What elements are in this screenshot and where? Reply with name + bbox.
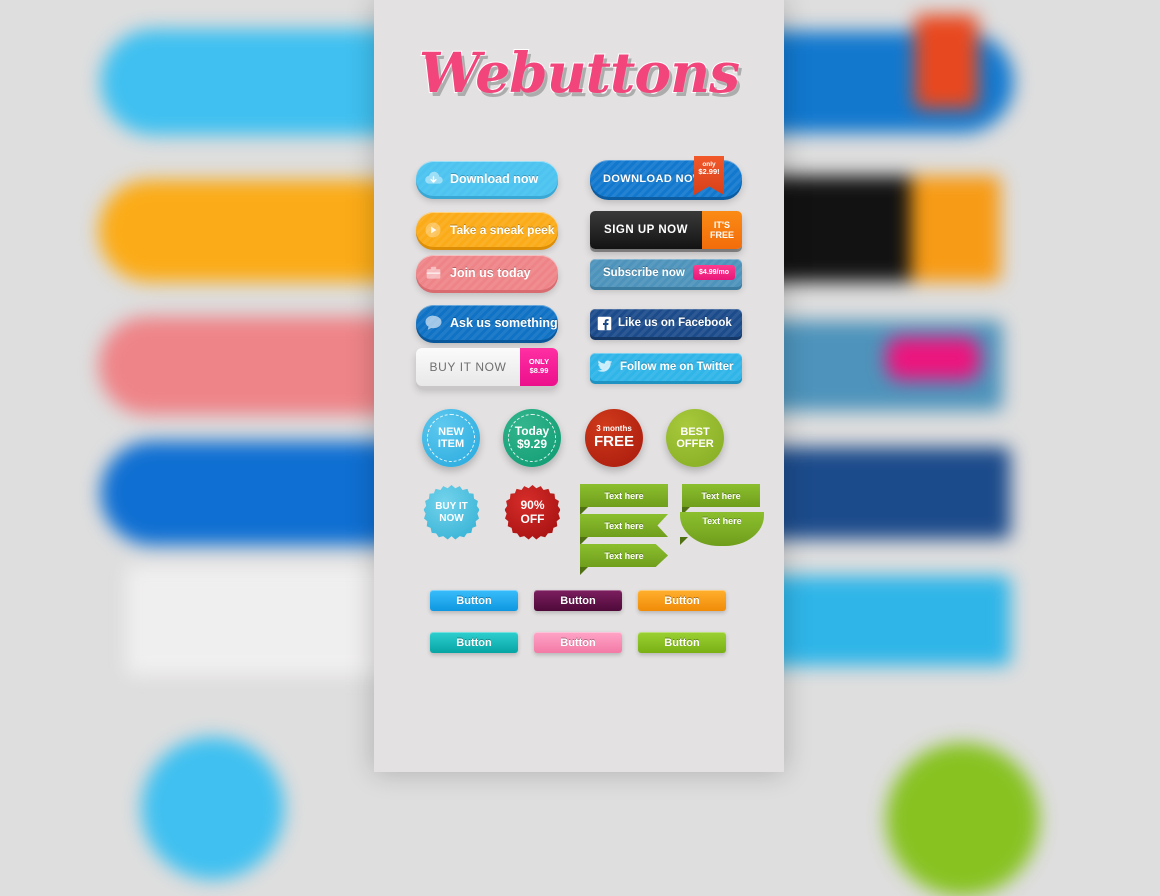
bg-circle-blue	[141, 736, 285, 880]
badge-best-line1: BEST	[680, 425, 710, 438]
ask-us-button[interactable]: Ask us something	[416, 305, 558, 340]
subscribe-now-button[interactable]: Subscribe now $4.99/mo	[590, 259, 742, 287]
download-now-ribbon-button[interactable]: DOWNLOAD NOW only $2.99!	[590, 156, 742, 197]
facebook-like-button[interactable]: Like us on Facebook	[590, 309, 742, 337]
its-free-line2: FREE	[709, 230, 734, 240]
green-ribbon-notched[interactable]: Text here	[580, 514, 668, 537]
small-button-orange[interactable]: Button	[638, 590, 726, 611]
price-ribbon-icon: only $2.99!	[694, 156, 724, 195]
small-button-green[interactable]: Button	[638, 632, 726, 653]
star-badge-buy-it-now[interactable]: BUY IT NOW	[424, 485, 479, 540]
bg-signup-orange	[910, 175, 1001, 282]
facebook-like-label: Like us on Facebook	[618, 317, 732, 329]
briefcase-icon	[416, 265, 450, 280]
green-ribbon-arrow[interactable]: Text here	[580, 544, 668, 567]
badge-best-offer[interactable]: BEST OFFER	[666, 409, 724, 467]
small-button-pink[interactable]: Button	[534, 632, 622, 653]
bg-circle-green	[886, 743, 1039, 896]
badge-today-price[interactable]: Today $9.29	[503, 409, 561, 467]
its-free-tag: IT'S FREE	[702, 211, 742, 249]
star-badge-ninety-off[interactable]: 90% OFF	[505, 485, 560, 540]
download-now-ribbon-label: DOWNLOAD NOW	[603, 172, 704, 185]
showcase-panel: Webuttons Download now Take a sneak peek	[374, 0, 784, 772]
badge-free-line2: FREE	[593, 433, 634, 451]
twitter-follow-label: Follow me on Twitter	[620, 361, 734, 373]
sign-up-now-label: SIGN UP NOW	[590, 211, 702, 249]
download-now-button[interactable]: Download now	[416, 161, 558, 196]
green-ribbon-plain-right[interactable]: Text here	[682, 484, 760, 507]
green-ribbon-curved[interactable]: Text here	[680, 512, 764, 546]
download-now-label: Download now	[450, 171, 539, 186]
subscribe-now-label: Subscribe now	[603, 267, 685, 279]
sneak-peek-label: Take a sneak peek	[450, 222, 555, 237]
star-buy-line2: NOW	[439, 512, 464, 524]
star-off-line2: OFF	[520, 511, 545, 526]
small-button-purple[interactable]: Button	[534, 590, 622, 611]
star-off-line1: 90%	[520, 497, 545, 512]
play-icon	[416, 221, 450, 239]
badge-best-line2: OFFER	[676, 438, 714, 450]
buy-it-now-price-tag: ONLY $8.99	[520, 348, 558, 386]
dashed-ring-icon	[427, 414, 475, 462]
dashed-ring-icon	[508, 414, 556, 462]
small-button-teal[interactable]: Button	[430, 632, 518, 653]
join-us-button[interactable]: Join us today	[416, 255, 558, 290]
page-title: Webuttons	[418, 39, 741, 106]
buy-it-now-label: BUY IT NOW	[416, 348, 520, 386]
star-buy-line1: BUY IT	[435, 501, 468, 512]
badge-months-free[interactable]: 3 months FREE	[585, 409, 643, 467]
twitter-follow-button[interactable]: Follow me on Twitter	[590, 353, 742, 381]
ribbon-line2: $2.99!	[698, 167, 720, 177]
ask-us-label: Ask us something	[450, 315, 558, 330]
buy-it-now-button[interactable]: BUY IT NOW ONLY $8.99	[416, 348, 558, 386]
facebook-icon	[590, 316, 618, 331]
bg-subscribe-tag	[886, 337, 980, 380]
ribbon-fold-icon	[580, 567, 588, 575]
its-free-line1: IT'S	[713, 219, 731, 230]
ribbon-fold-icon	[680, 537, 688, 545]
small-button-blue[interactable]: Button	[430, 590, 518, 611]
join-us-label: Join us today	[450, 265, 531, 280]
sign-up-now-button[interactable]: SIGN UP NOW IT'S FREE	[590, 211, 742, 249]
ribbon-fold-icon	[580, 537, 588, 545]
ribbon-fold-icon	[580, 507, 588, 515]
cloud-download-icon	[416, 171, 450, 186]
badge-new-item[interactable]: NEW ITEM	[422, 409, 480, 467]
green-ribbon-plain-left[interactable]: Text here	[580, 484, 668, 507]
subscribe-price-tag: $4.99/mo	[693, 265, 735, 280]
chat-bubble-icon	[416, 314, 450, 331]
twitter-bird-icon	[590, 360, 620, 374]
bg-download-ribbon	[914, 14, 978, 109]
sneak-peek-button[interactable]: Take a sneak peek	[416, 212, 558, 247]
buy-it-now-tag-line2: $8.99	[529, 366, 549, 375]
